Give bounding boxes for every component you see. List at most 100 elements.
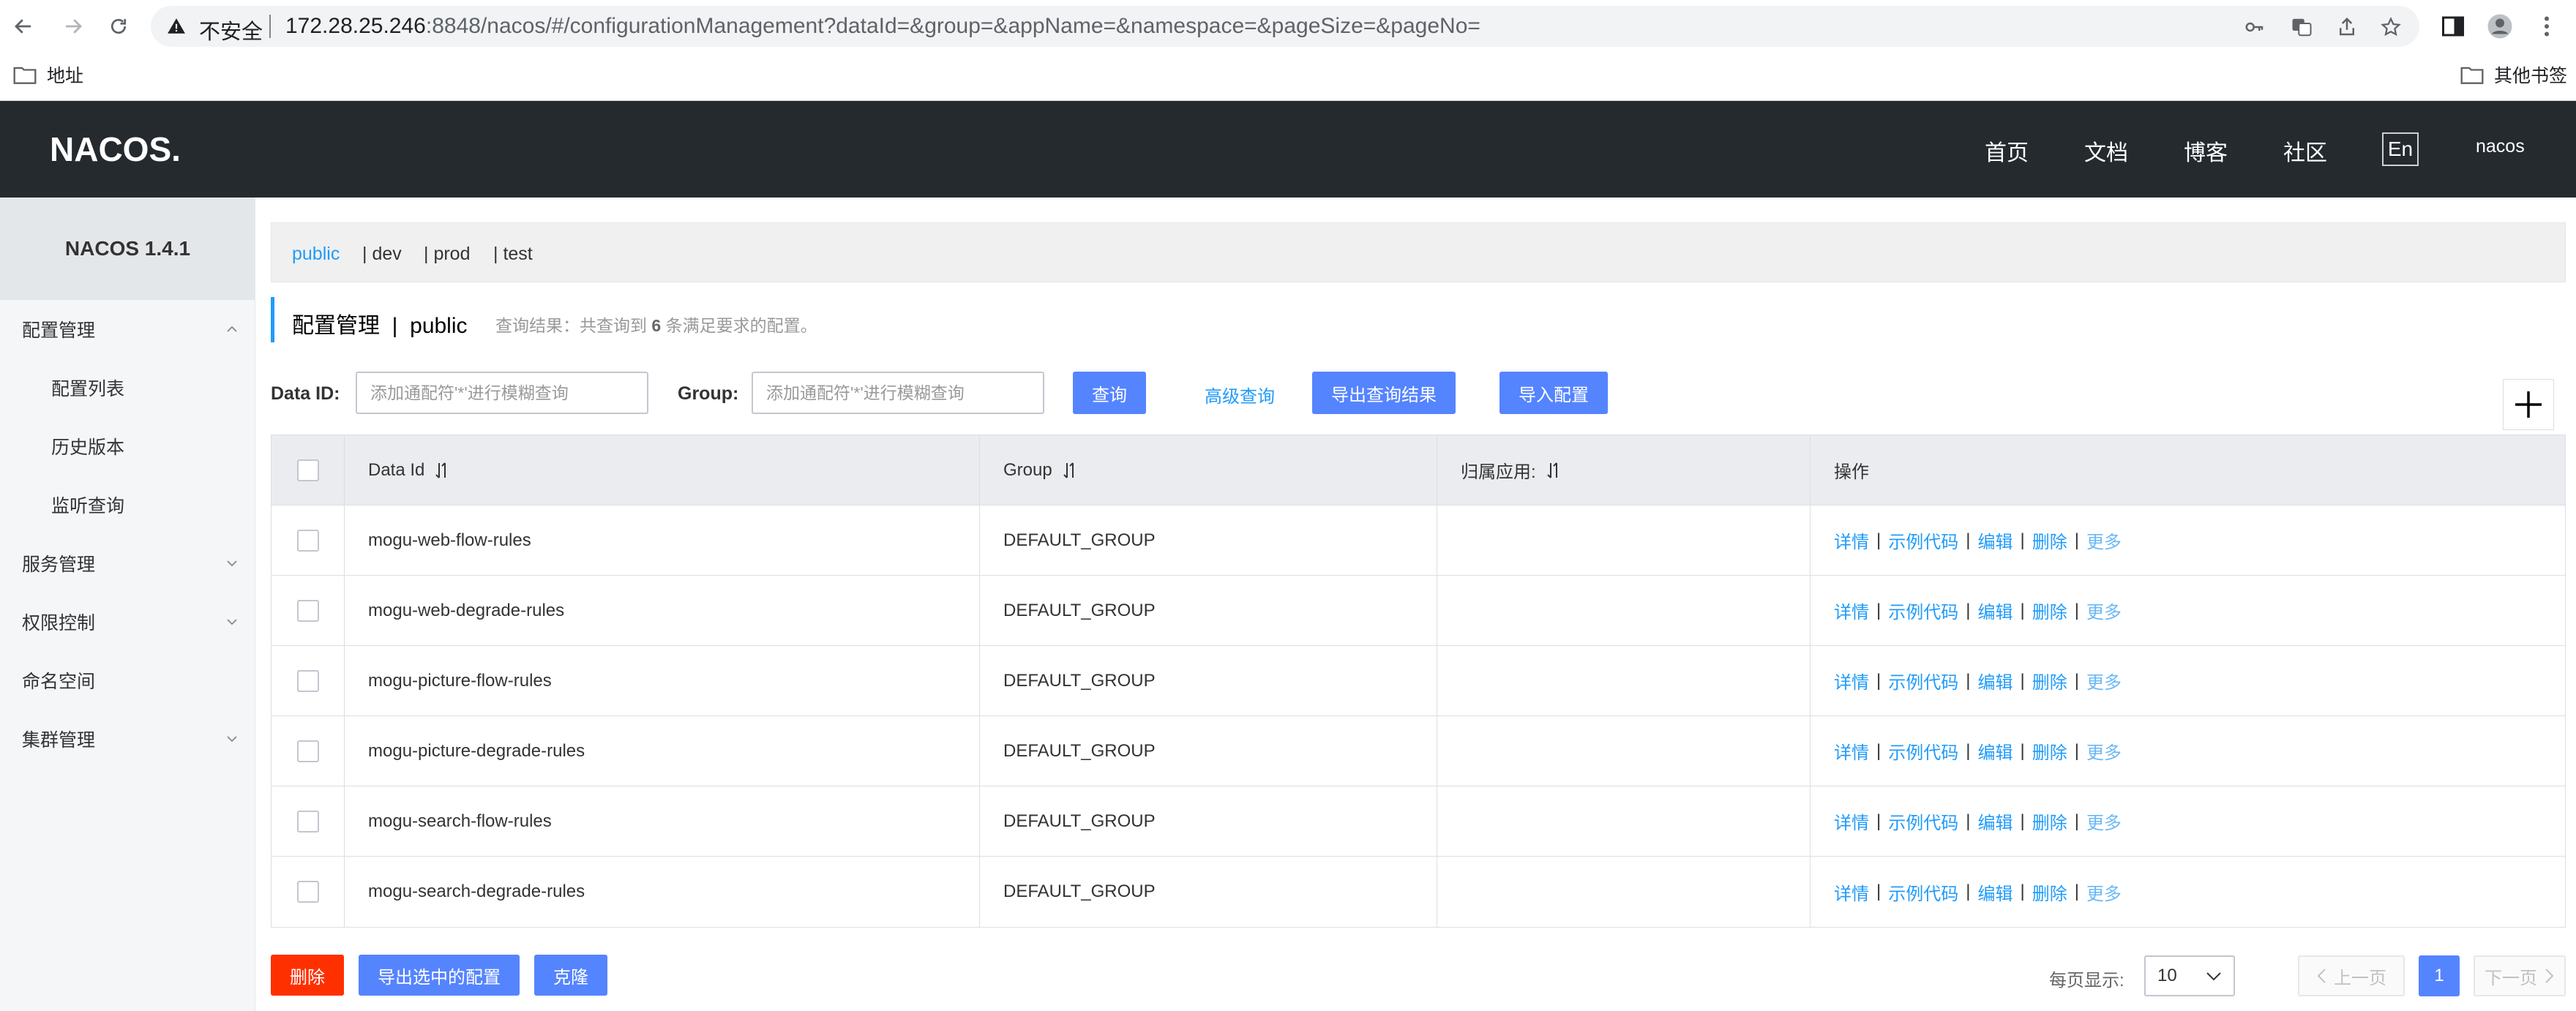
select-cell [272,506,345,575]
detail-link[interactable]: 详情 [1834,598,1869,623]
data-id-input[interactable] [356,372,648,414]
next-page-button[interactable]: 下一页 [2474,955,2566,996]
sidebar-item-config-list[interactable]: 配置列表 [0,358,255,417]
delete-link[interactable]: 删除 [2032,668,2067,694]
bookmark-address[interactable]: 地址 [13,61,83,88]
user-name[interactable]: nacos [2476,136,2525,157]
delete-link[interactable]: 删除 [2032,598,2067,623]
more-link[interactable]: 更多 [2086,808,2122,834]
nav-blog[interactable]: 博客 [2184,135,2228,167]
header-app[interactable]: 归属应用: [1437,435,1811,505]
nav-community[interactable]: 社区 [2283,135,2327,167]
table-row: mogu-picture-flow-rules DEFAULT_GROUP 详情 | 示… [272,646,2565,716]
detail-link[interactable]: 详情 [1834,738,1869,764]
translate-icon[interactable] [2291,16,2313,38]
edit-link[interactable]: 编辑 [1977,527,2012,553]
detail-link[interactable]: 详情 [1834,527,1869,553]
delete-link[interactable]: 删除 [2032,808,2067,834]
sidebar-item-config-management[interactable]: 配置管理 [0,300,255,358]
edit-link[interactable]: 编辑 [1977,808,2012,834]
export-selected-button[interactable]: 导出选中的配置 [359,955,520,996]
sample-code-link[interactable]: 示例代码 [1888,738,1958,764]
more-link[interactable]: 更多 [2086,879,2122,905]
header-data-id[interactable]: Data Id [345,435,980,505]
detail-link[interactable]: 详情 [1834,879,1869,905]
sort-icon[interactable] [433,461,451,480]
export-results-button[interactable]: 导出查询结果 [1312,372,1456,414]
sample-code-link[interactable]: 示例代码 [1888,808,1958,834]
more-link[interactable]: 更多 [2086,598,2122,623]
sidebar-item-label: 监听查询 [51,496,125,516]
sample-code-link[interactable]: 示例代码 [1888,879,1958,905]
prev-page-button[interactable]: 上一页 [2298,955,2405,996]
op-separator: | [1876,600,1882,620]
back-icon[interactable] [9,12,38,41]
advanced-query-link[interactable]: 高级查询 [1205,382,1275,407]
sidebar-item-namespace[interactable]: 命名空间 [0,651,255,710]
namespace-test[interactable]: | test [493,244,533,265]
profile-icon[interactable] [2487,13,2513,40]
delete-link[interactable]: 删除 [2032,738,2067,764]
current-page-button[interactable]: 1 [2419,955,2460,996]
nav-home[interactable]: 首页 [1985,135,2029,167]
sidebar-item-label: 配置列表 [51,379,125,399]
add-config-button[interactable] [2503,379,2554,430]
sidebar-item-cluster-management[interactable]: 集群管理 [0,710,255,768]
nav-docs[interactable]: 文档 [2084,135,2128,167]
forward-icon[interactable] [59,12,88,41]
delete-link[interactable]: 删除 [2032,527,2067,553]
sidebar-item-access-control[interactable]: 权限控制 [0,593,255,651]
delete-link[interactable]: 删除 [2032,879,2067,905]
edit-link[interactable]: 编辑 [1977,668,2012,694]
url-text[interactable]: 172.28.25.246:8848/nacos/#/configuration… [285,14,1480,39]
group-input[interactable] [752,372,1044,414]
page-size-select[interactable]: 10 [2144,955,2235,996]
namespace-public[interactable]: public [292,244,340,265]
more-link[interactable]: 更多 [2086,738,2122,764]
star-icon[interactable] [2380,16,2402,38]
import-config-button[interactable]: 导入配置 [1499,372,1608,414]
bookmark-other[interactable]: 其他书签 [2460,61,2567,88]
sample-code-link[interactable]: 示例代码 [1888,668,1958,694]
row-checkbox[interactable] [296,669,319,692]
more-link[interactable]: 更多 [2086,527,2122,553]
clone-button[interactable]: 克隆 [534,955,607,996]
chevron-up-icon [227,326,237,332]
row-checkbox[interactable] [296,529,319,552]
sample-code-link[interactable]: 示例代码 [1888,598,1958,623]
more-link[interactable]: 更多 [2086,668,2122,694]
header-group[interactable]: Group [980,435,1437,505]
data-id-cell: mogu-search-degrade-rules [345,857,980,927]
nacos-logo[interactable]: NACOS. [50,129,196,170]
sort-icon[interactable] [1545,461,1562,480]
edit-link[interactable]: 编辑 [1977,738,2012,764]
row-checkbox[interactable] [296,810,319,833]
address-bar[interactable]: 不安全 172.28.25.246:8848/nacos/#/configura… [151,6,2419,47]
edit-link[interactable]: 编辑 [1977,879,2012,905]
header-label: 操作 [1834,462,1869,482]
delete-selected-button[interactable]: 删除 [271,955,344,996]
menu-icon[interactable] [2534,13,2560,40]
select-all-checkbox[interactable] [296,459,319,481]
row-checkbox[interactable] [296,599,319,622]
detail-link[interactable]: 详情 [1834,808,1869,834]
header-label: Group [1003,459,1052,480]
sidebar-item-listener-query[interactable]: 监听查询 [0,476,255,534]
sample-code-link[interactable]: 示例代码 [1888,527,1958,553]
share-icon[interactable] [2336,16,2358,38]
namespace-prod[interactable]: | prod [424,244,470,265]
detail-link[interactable]: 详情 [1834,668,1869,694]
row-checkbox[interactable] [296,881,319,903]
key-icon[interactable] [2244,16,2266,38]
sort-icon[interactable] [1061,461,1079,480]
sidebar-item-service-management[interactable]: 服务管理 [0,534,255,593]
query-button[interactable]: 查询 [1073,372,1146,414]
sidebar-item-history[interactable]: 历史版本 [0,417,255,476]
data-id-label: Data ID: [271,383,340,404]
sidepanel-icon[interactable] [2440,13,2466,40]
namespace-dev[interactable]: | dev [362,244,402,265]
row-checkbox[interactable] [296,740,319,762]
edit-link[interactable]: 编辑 [1977,598,2012,623]
language-toggle[interactable]: En [2382,132,2419,166]
reload-icon[interactable] [104,12,133,41]
